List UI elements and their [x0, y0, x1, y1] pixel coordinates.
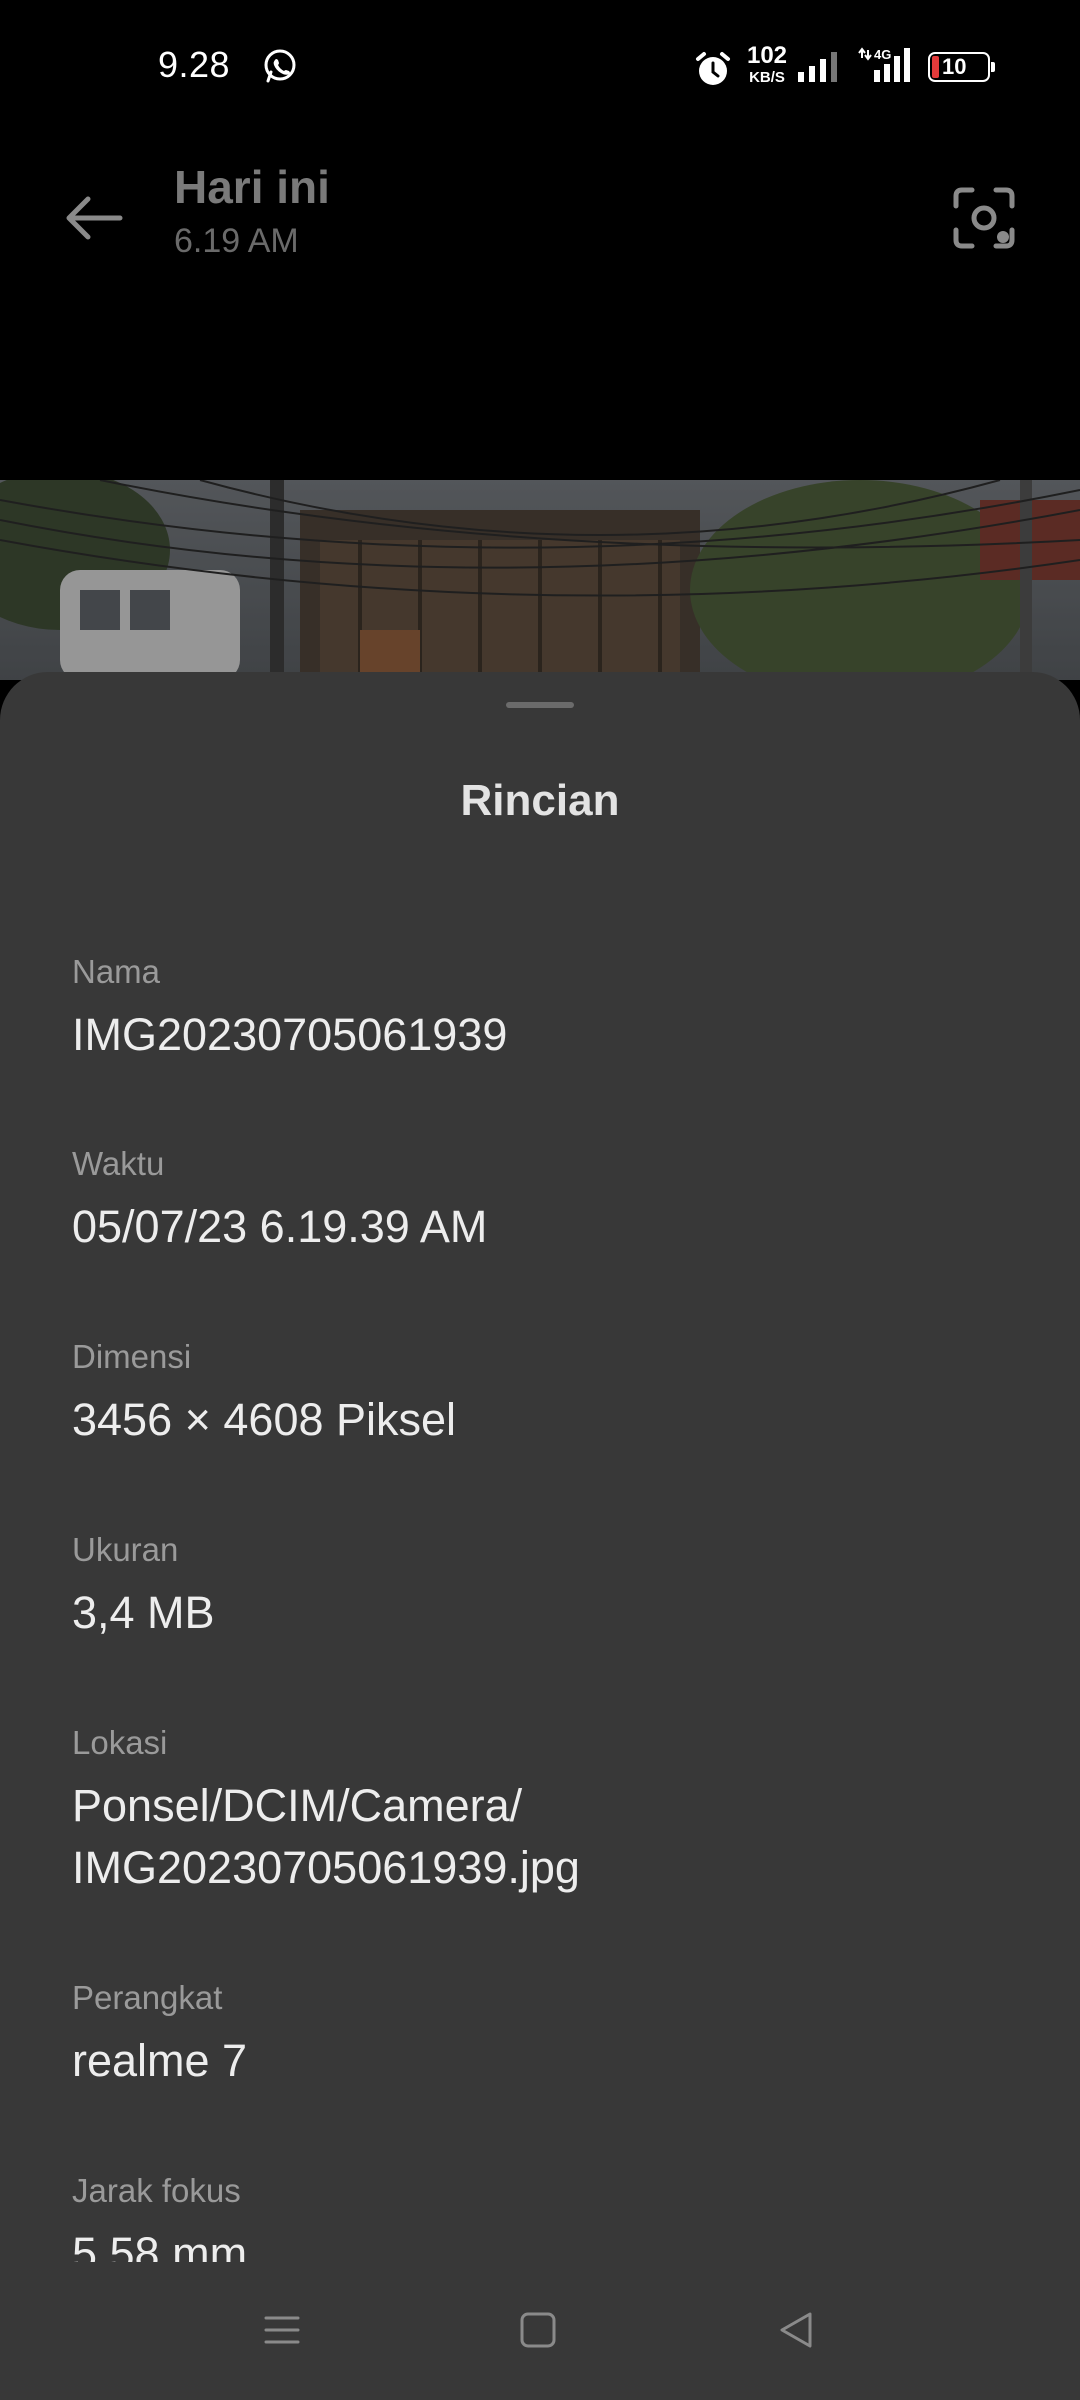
recents-button[interactable] — [252, 2300, 312, 2360]
home-button[interactable] — [508, 2300, 568, 2360]
detail-label: Waktu — [72, 1145, 165, 1182]
drag-handle[interactable] — [506, 702, 574, 708]
signal-4g-icon: 4G — [858, 47, 910, 82]
back-arrow-icon — [66, 196, 123, 240]
back-button[interactable] — [58, 182, 130, 254]
battery-icon: 10 — [928, 52, 995, 82]
navigation-bar — [0, 2262, 1080, 2400]
network-speed-value: 102 — [746, 42, 788, 69]
details-sheet: Rincian Nama IMG20230705061939 Waktu 05/… — [0, 672, 1080, 2400]
detail-value: 3,4 MB — [72, 1587, 215, 1638]
detail-label: Dimensi — [72, 1338, 192, 1375]
status-bar: 9.28 102 KB/S 4G 10 — [0, 0, 1080, 130]
lens-scan-button[interactable] — [950, 184, 1018, 252]
detail-value: realme 7 — [72, 2035, 248, 2086]
network-speed: 102 KB/S — [744, 42, 790, 86]
photo-preview[interactable] — [0, 480, 1080, 680]
detail-time: Waktu 05/07/23 6.19.39 AM — [72, 1144, 1012, 1258]
whatsapp-icon — [264, 49, 296, 83]
alarm-icon — [696, 52, 730, 85]
detail-size: Ukuran 3,4 MB — [72, 1530, 1012, 1644]
lens-scan-icon — [953, 187, 1015, 249]
nav-back-button[interactable] — [766, 2300, 826, 2360]
battery-level: 10 — [942, 54, 967, 79]
signal-icon — [798, 52, 837, 82]
detail-value: 05/07/23 6.19.39 AM — [72, 1201, 488, 1252]
network-speed-unit: KB/S — [749, 69, 785, 86]
detail-label: Lokasi — [72, 1724, 168, 1761]
detail-value: IMG20230705061939 — [72, 1009, 508, 1060]
back-icon — [780, 2312, 812, 2348]
menu-icon — [264, 2316, 300, 2344]
status-time: 9.28 — [158, 44, 231, 85]
detail-label: Ukuran — [72, 1531, 179, 1568]
page-title: Hari ini — [174, 161, 330, 213]
sheet-title: Rincian — [460, 776, 620, 825]
detail-name: Nama IMG20230705061939 — [72, 952, 1012, 1066]
detail-location: Lokasi Ponsel/DCIM/Camera/ IMG2023070506… — [72, 1723, 1012, 1899]
detail-value: 3456 × 4608 Piksel — [72, 1394, 457, 1445]
detail-dimension: Dimensi 3456 × 4608 Piksel — [72, 1337, 1012, 1451]
app-header: Hari ini 6.19 AM — [0, 130, 1080, 290]
network-type-label: 4G — [874, 47, 891, 62]
home-icon — [520, 2312, 556, 2348]
detail-label: Nama — [72, 953, 161, 990]
page-subtitle: 6.19 AM — [174, 222, 299, 260]
detail-label: Jarak fokus — [72, 2172, 241, 2209]
photo-details-screen: 9.28 102 KB/S 4G 10 Hari ini 6.19 AM Rin… — [0, 0, 1080, 2400]
detail-label: Perangkat — [72, 1979, 223, 2016]
detail-device: Perangkat realme 7 — [72, 1978, 1012, 2092]
detail-value: Ponsel/DCIM/Camera/ IMG20230705061939.jp… — [72, 1780, 580, 1893]
